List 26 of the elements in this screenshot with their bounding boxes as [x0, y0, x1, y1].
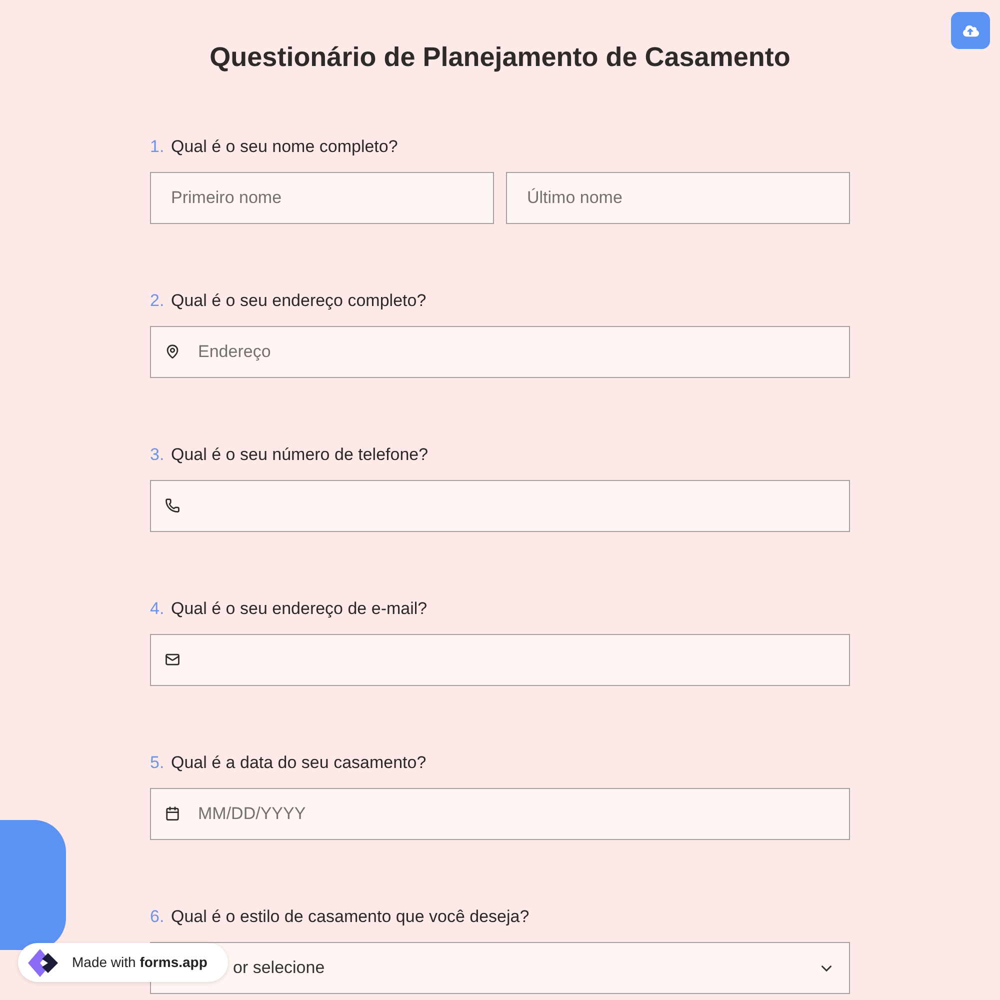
question-label: Qual é o estilo de casamento que você deseja? [171, 906, 530, 928]
question-number: 3. [150, 444, 166, 466]
cloud-upload-icon [962, 22, 978, 38]
question-number: 6. [150, 906, 166, 928]
question-label: Qual é o seu nome completo? [171, 136, 398, 158]
phone-input[interactable] [150, 480, 850, 532]
question-number: 2. [150, 290, 166, 312]
question-number: 4. [150, 598, 166, 620]
question-number: 1. [150, 136, 166, 158]
question-label: Qual é o seu número de telefone? [171, 444, 428, 466]
mail-icon [165, 652, 180, 667]
name-input[interactable]: Último nome [506, 172, 850, 224]
form-title: Questionário de Planejamento de Casamento [210, 41, 790, 74]
question-label: Qual é a data do seu casamento? [171, 752, 426, 774]
question-label: Qual é o seu endereço completo? [171, 290, 426, 312]
made-with-badge[interactable]: Made with forms.app [18, 943, 228, 982]
map-pin-icon [165, 344, 180, 359]
name-input[interactable]: Primeiro nome [150, 172, 494, 224]
question-label: Qual é o seu endereço de e-mail? [171, 598, 428, 620]
email-input[interactable] [150, 634, 850, 686]
upload-button[interactable] [951, 12, 990, 49]
question-number: 5. [150, 752, 166, 774]
calendar-icon [165, 806, 180, 821]
phone-icon [165, 498, 180, 513]
address-input[interactable]: Endereço [150, 326, 850, 378]
date-input[interactable]: MM/DD/YYYY [150, 788, 850, 840]
